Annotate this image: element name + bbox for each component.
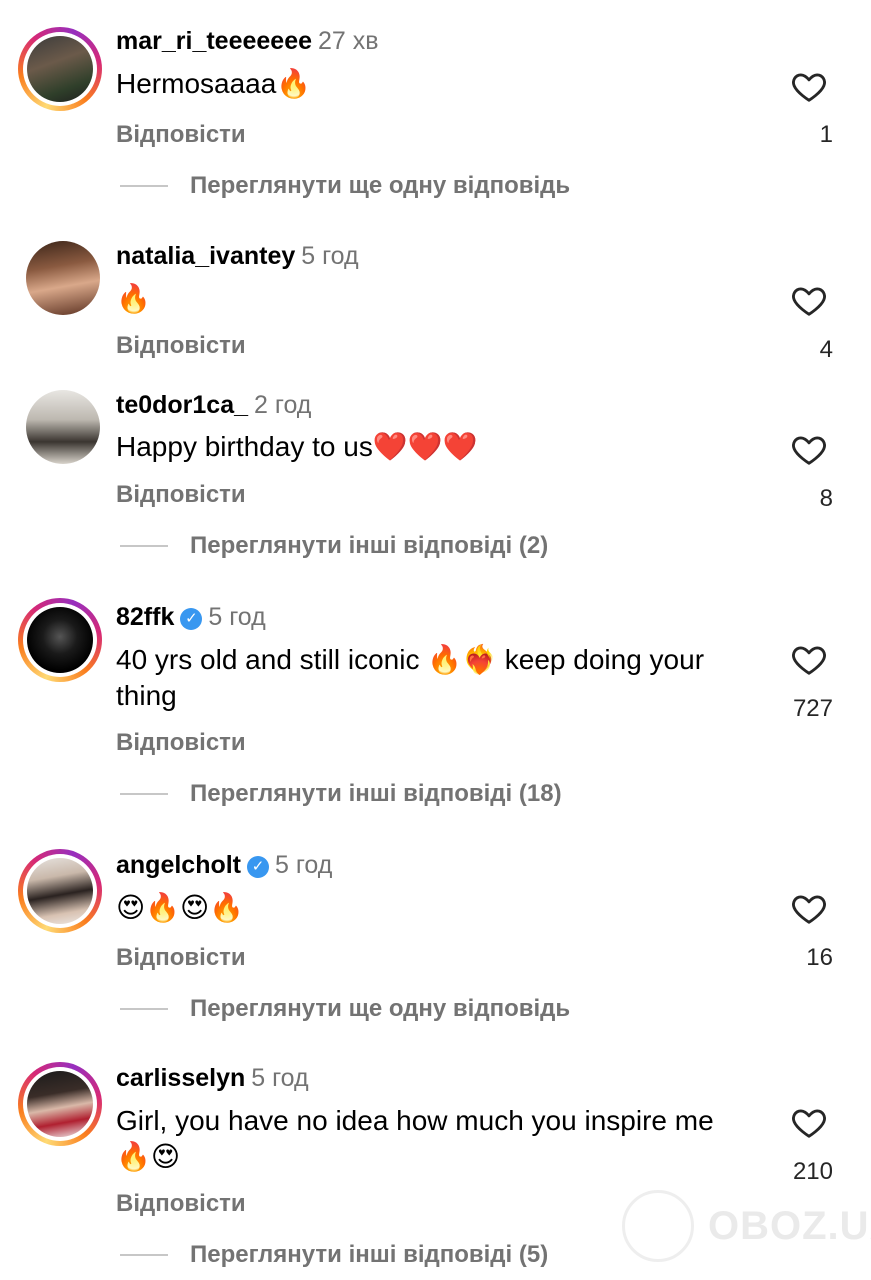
view-replies-label: Переглянути інші відповіді (5)	[190, 1241, 549, 1268]
view-replies-label: Переглянути ще одну відповідь	[190, 172, 571, 199]
comment-time: 5 год	[275, 851, 333, 879]
divider-line	[120, 185, 168, 187]
like-count: 8	[819, 485, 833, 512]
view-replies-button[interactable]: Переглянути інші відповіді (2)	[120, 532, 548, 562]
avatar[interactable]	[18, 849, 102, 933]
comment-text: Hermosaaaa🔥	[116, 68, 312, 99]
comment-username[interactable]: carlisselyn	[116, 1064, 245, 1092]
comment-username[interactable]: te0dor1ca_	[116, 391, 248, 419]
reply-button[interactable]: Відповісти	[116, 481, 246, 509]
comment-time: 5 год	[208, 603, 266, 631]
view-replies-label: Переглянути інші відповіді (2)	[190, 532, 549, 559]
comment-username[interactable]: mar_ri_teeeeeee	[116, 27, 312, 55]
reply-button[interactable]: Відповісти	[116, 121, 246, 149]
comment-text: Happy birthday to us❤️❤️❤️	[116, 431, 478, 462]
watermark-text: OBOZ.UA	[708, 1204, 871, 1248]
heart-outline-icon[interactable]	[789, 640, 829, 678]
heart-outline-icon[interactable]	[789, 67, 829, 105]
comment-time: 5 год	[301, 242, 359, 270]
comment-text: 🔥	[116, 283, 151, 314]
comment-text: 40 yrs old and still iconic 🔥❤️‍🔥 keep d…	[116, 644, 705, 711]
view-replies-button[interactable]: Переглянути інші відповіді (5)	[120, 1241, 548, 1271]
reply-button[interactable]: Відповісти	[116, 1190, 246, 1218]
like-count: 210	[792, 1158, 833, 1185]
divider-line	[120, 1008, 168, 1010]
globe-icon	[622, 1190, 694, 1262]
comment-username[interactable]: 82ffk	[116, 603, 174, 631]
reply-button[interactable]: Відповісти	[116, 944, 246, 972]
avatar[interactable]	[18, 1062, 102, 1146]
comment-time: 2 год	[254, 391, 312, 419]
like-count: 727	[792, 695, 833, 722]
view-replies-button[interactable]: Переглянути ще одну відповідь	[120, 172, 570, 202]
comment-time: 5 год	[251, 1064, 309, 1092]
comment-username[interactable]: natalia_ivantey	[116, 242, 295, 270]
comment-text: 😍🔥😍🔥	[116, 892, 245, 923]
verified-badge-icon: ✓	[247, 856, 270, 878]
like-count: 1	[819, 121, 833, 148]
reply-button[interactable]: Відповісти	[116, 332, 246, 360]
view-replies-label: Переглянути ще одну відповідь	[190, 995, 571, 1022]
comment-text: Girl, you have no idea how much you insp…	[116, 1105, 714, 1172]
avatar[interactable]	[18, 382, 102, 466]
heart-outline-icon[interactable]	[789, 889, 829, 927]
comment-username[interactable]: angelcholt	[116, 851, 241, 879]
view-replies-button[interactable]: Переглянути ще одну відповідь	[120, 995, 570, 1025]
avatar[interactable]	[18, 233, 102, 317]
divider-line	[120, 793, 168, 795]
view-replies-button[interactable]: Переглянути інші відповіді (18)	[120, 780, 562, 810]
comment-time: 27 хв	[318, 27, 379, 55]
avatar[interactable]	[18, 598, 102, 682]
watermark: OBOZ.UA	[622, 1190, 871, 1266]
divider-line	[120, 1254, 168, 1256]
heart-outline-icon[interactable]	[789, 430, 829, 468]
heart-outline-icon[interactable]	[789, 1103, 829, 1141]
reply-button[interactable]: Відповісти	[116, 729, 246, 757]
view-replies-label: Переглянути інші відповіді (18)	[190, 780, 562, 807]
heart-outline-icon[interactable]	[789, 281, 829, 319]
like-count: 16	[806, 944, 833, 971]
avatar[interactable]	[18, 27, 102, 111]
verified-badge-icon: ✓	[180, 608, 203, 630]
like-count: 4	[819, 336, 833, 363]
divider-line	[120, 545, 168, 547]
